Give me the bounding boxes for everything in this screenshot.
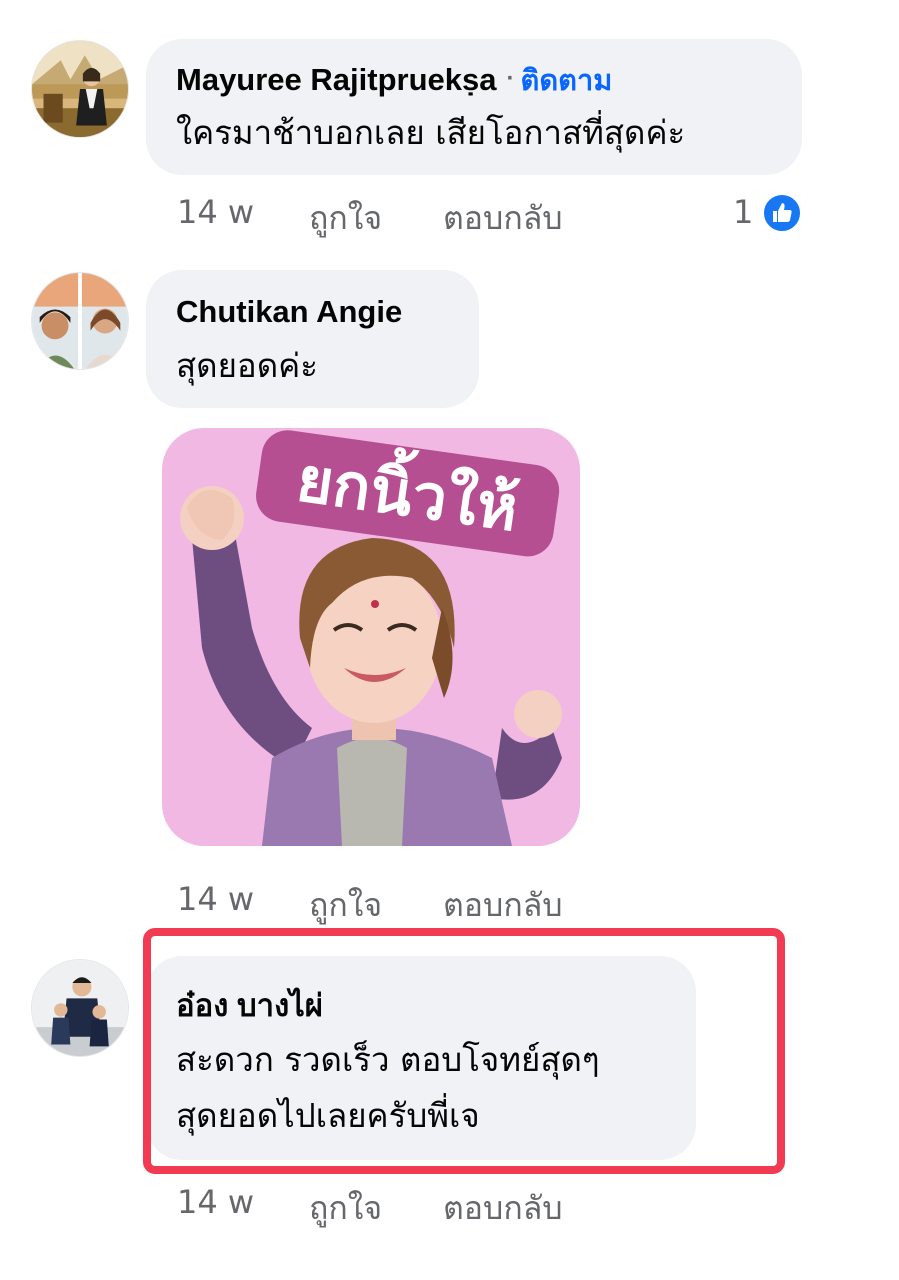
avatar-image [32,41,128,137]
comment-time[interactable]: 14 w [177,193,254,231]
reaction-count[interactable]: 1 [733,193,753,231]
comment-text: ใครมาช้าบอกเลย เสียโอกาสที่สุดค่ะ [176,113,686,152]
like-button[interactable]: ถูกใจ [309,880,382,931]
comment-time[interactable]: 14 w [177,880,254,918]
avatar[interactable] [31,40,129,138]
sticker-image[interactable]: ยกนิ้วให้ [162,428,580,846]
comment-author[interactable]: Mayuree Rajitpruekṣa [176,62,496,97]
thumbs-up-icon[interactable] [762,193,802,233]
comment-bubble: Chutikan Angie สุดยอดค่ะ [146,270,479,408]
comment-actions: 14 w ถูกใจ ตอบกลับ [177,880,797,924]
comment-bubble: Mayuree Rajitpruekṣa · ติดตาม ใครมาช้าบอกเ… [146,39,802,175]
reply-button[interactable]: ตอบกลับ [443,1183,563,1234]
avatar-image [32,273,128,369]
like-button[interactable]: ถูกใจ [309,193,382,244]
avatar[interactable] [31,959,129,1057]
avatar[interactable] [31,272,129,370]
comment-text: สุดยอดค่ะ [176,346,318,385]
reply-button[interactable]: ตอบกลับ [443,193,563,244]
comment-time[interactable]: 14 w [177,1183,254,1221]
comment-actions: 14 w ถูกใจ ตอบกลับ [177,193,797,237]
comment-actions: 14 w ถูกใจ ตอบกลับ [177,1183,797,1227]
separator-dot: · [506,65,515,92]
reply-button[interactable]: ตอบกลับ [443,880,563,931]
follow-button[interactable]: ติดตาม [520,65,612,97]
avatar-image [32,960,128,1056]
highlight-frame [143,928,785,1174]
like-button[interactable]: ถูกใจ [309,1183,382,1234]
comment-author[interactable]: Chutikan Angie [176,292,402,332]
